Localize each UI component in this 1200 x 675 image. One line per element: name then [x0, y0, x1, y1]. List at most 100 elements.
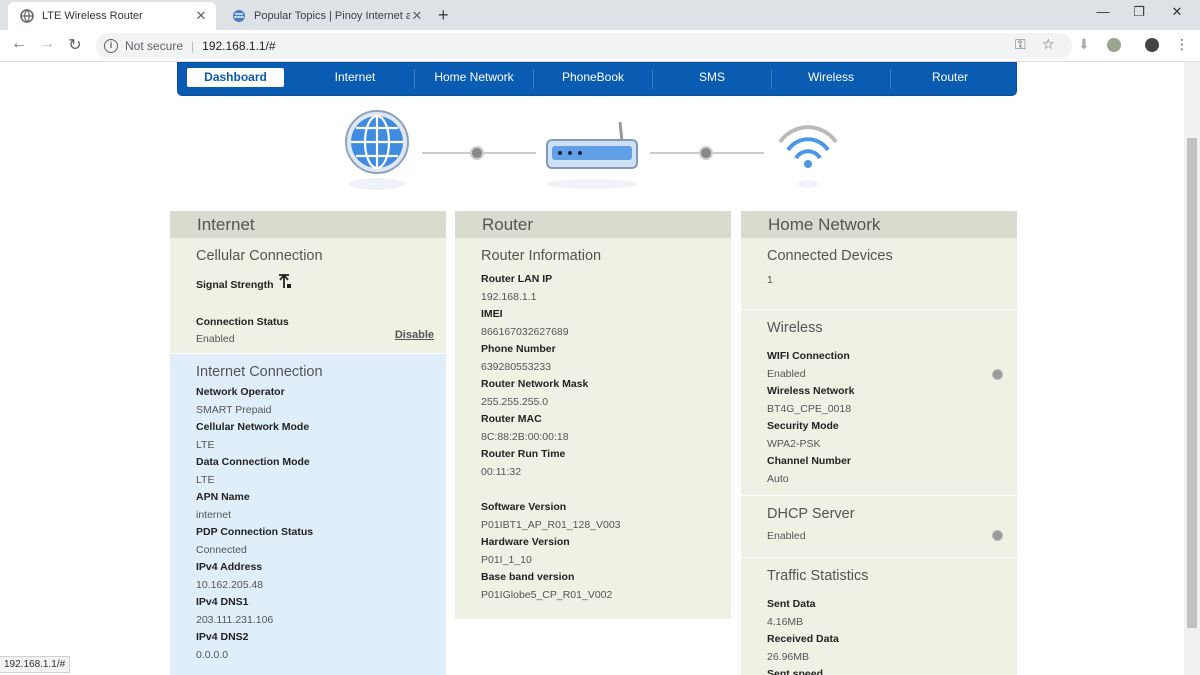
divider: | — [191, 39, 195, 53]
section-title: Cellular Connection — [196, 248, 323, 264]
tab-title: LTE Wireless Router — [42, 10, 143, 22]
field-value: 639280553233 — [481, 360, 552, 373]
column-heading: Router — [455, 211, 731, 238]
field-value: 0.0.0.0 — [196, 648, 229, 661]
field-value: 8C:88:2B:00:00:18 — [481, 430, 569, 443]
field-value: 00:11:32 — [481, 465, 522, 478]
field-value: WPA2-PSK — [767, 437, 821, 450]
field-value: 26.96MB — [767, 650, 810, 663]
field-label: Network Operator — [196, 386, 285, 398]
wifi-status-dot-icon — [992, 369, 1003, 380]
new-tab-icon[interactable]: + — [438, 5, 449, 26]
field-label: Sent speed — [767, 668, 824, 675]
field-value: P01IGlobe5_CP_R01_V002 — [481, 588, 613, 601]
field-label: Received Data — [767, 633, 839, 645]
section-title: Router Information — [481, 248, 602, 264]
field-value: 4.16MB — [767, 615, 804, 628]
globe-icon — [20, 9, 34, 23]
internet-column: Internet Cellular Connection Signal Stre… — [170, 211, 446, 675]
section-title: Internet Connection — [196, 364, 323, 380]
section-title: Connected Devices — [767, 248, 893, 264]
field-value: Connected — [196, 543, 247, 556]
connected-devices-section: Connected Devices 1 — [741, 238, 1017, 309]
forward-icon[interactable]: → — [36, 35, 58, 53]
tab-bar: LTE Wireless Router ✕ Popular Topics | P… — [0, 0, 1200, 30]
field-label: Router MAC — [481, 413, 542, 425]
field-value: P01I_1_10 — [481, 553, 532, 566]
field-label: Wireless Network — [767, 385, 855, 397]
window-close-icon[interactable]: ✕ — [1162, 4, 1192, 20]
section-title: Traffic Statistics — [767, 568, 869, 584]
menu-icon[interactable]: ⋮ — [1175, 36, 1189, 53]
field-label: Security Mode — [767, 420, 839, 432]
field-label: Router Run Time — [481, 448, 566, 460]
minimize-icon[interactable]: — — [1088, 4, 1118, 19]
tab-popular-topics[interactable]: Popular Topics | Pinoy Internet and ✕ — [220, 2, 432, 30]
field-label: IMEI — [481, 308, 503, 320]
nav-router[interactable]: Router — [891, 63, 1009, 97]
wifi-icon — [778, 125, 838, 188]
back-icon[interactable]: ← — [8, 35, 30, 53]
url-text: 192.168.1.1/# — [202, 39, 276, 53]
profile-icon[interactable] — [1145, 38, 1159, 52]
browser-toolbar: ← → ↻ i Not secure | 192.168.1.1/# ⚿ ☆ ⬇… — [0, 30, 1200, 62]
field-label: Sent Data — [767, 598, 816, 610]
site-favicon-icon — [233, 10, 245, 22]
extension-icon[interactable] — [1107, 38, 1121, 52]
globe-icon — [345, 110, 409, 190]
star-icon[interactable]: ☆ — [1042, 36, 1055, 53]
tab-lte-router[interactable]: LTE Wireless Router ✕ — [8, 2, 216, 30]
close-icon[interactable]: ✕ — [410, 8, 424, 24]
nav-dashboard[interactable]: Dashboard — [187, 68, 284, 87]
wireless-section: Wireless WIFI Connection Enabled Wireles… — [741, 309, 1017, 495]
field-label: IPv4 DNS1 — [196, 596, 249, 608]
dhcp-server-section: DHCP Server Enabled — [741, 495, 1017, 557]
scrollbar-thumb[interactable] — [1187, 138, 1197, 628]
download-icon[interactable]: ⬇ — [1078, 36, 1090, 53]
nav-internet[interactable]: Internet — [296, 63, 414, 97]
security-label: Not secure — [125, 39, 184, 53]
nav-wireless[interactable]: Wireless — [772, 63, 890, 97]
field-value: 10.162.205.48 — [196, 578, 264, 591]
field-value: 866167032627689 — [481, 325, 569, 338]
field-value: 1 — [767, 274, 773, 286]
nav-phonebook[interactable]: PhoneBook — [534, 63, 652, 97]
close-icon[interactable]: ✕ — [194, 8, 208, 24]
status-bar-url: 192.168.1.1/# — [0, 656, 71, 673]
field-value: Enabled — [196, 333, 235, 345]
field-label: Base band version — [481, 571, 575, 583]
network-status-diagram — [345, 110, 838, 190]
router-column: Router Router Information Router LAN IP … — [455, 211, 731, 619]
field-value: BT4G_CPE_0018 — [767, 402, 852, 415]
field-label: IPv4 Address — [196, 561, 263, 573]
page-scrollbar[interactable] — [1184, 62, 1200, 675]
nav-home-network[interactable]: Home Network — [415, 63, 533, 97]
field-label: Channel Number — [767, 455, 852, 467]
field-value: 255.255.255.0 — [481, 395, 549, 408]
field-value: LTE — [196, 438, 215, 451]
field-label: Router Network Mask — [481, 378, 589, 390]
field-label: Data Connection Mode — [196, 456, 310, 468]
traffic-statistics-section: Traffic Statistics Sent Data 4.16MB Rece… — [741, 557, 1017, 675]
nav-sms[interactable]: SMS — [653, 63, 771, 97]
signal-strength-icon — [279, 274, 292, 288]
field-label: WIFI Connection — [767, 350, 850, 362]
info-icon[interactable]: i — [104, 39, 118, 53]
field-value: LTE — [196, 473, 215, 486]
key-icon[interactable]: ⚿ — [1015, 36, 1026, 53]
field-value: 203.111.231.106 — [196, 613, 274, 626]
disable-link[interactable]: Disable — [395, 329, 434, 341]
internet-connection-section: Internet Connection Network Operator SMA… — [170, 353, 446, 675]
reload-icon[interactable]: ↻ — [64, 35, 86, 55]
field-label: Connection Status — [196, 316, 289, 328]
restore-icon[interactable]: ❐ — [1124, 4, 1154, 20]
address-bar[interactable]: i Not secure | 192.168.1.1/# — [96, 33, 1072, 59]
router-information-section: Router Information Router LAN IP 192.168… — [455, 238, 731, 619]
field-value: Enabled — [767, 367, 806, 380]
field-value: internet — [196, 508, 232, 521]
home-network-column: Home Network Connected Devices 1 Wireles… — [741, 211, 1017, 675]
field-label: APN Name — [196, 491, 250, 503]
cellular-connection-section: Cellular Connection Signal Strength Conn… — [170, 238, 446, 353]
column-heading: Internet — [170, 211, 446, 238]
field-label: PDP Connection Status — [196, 526, 314, 538]
